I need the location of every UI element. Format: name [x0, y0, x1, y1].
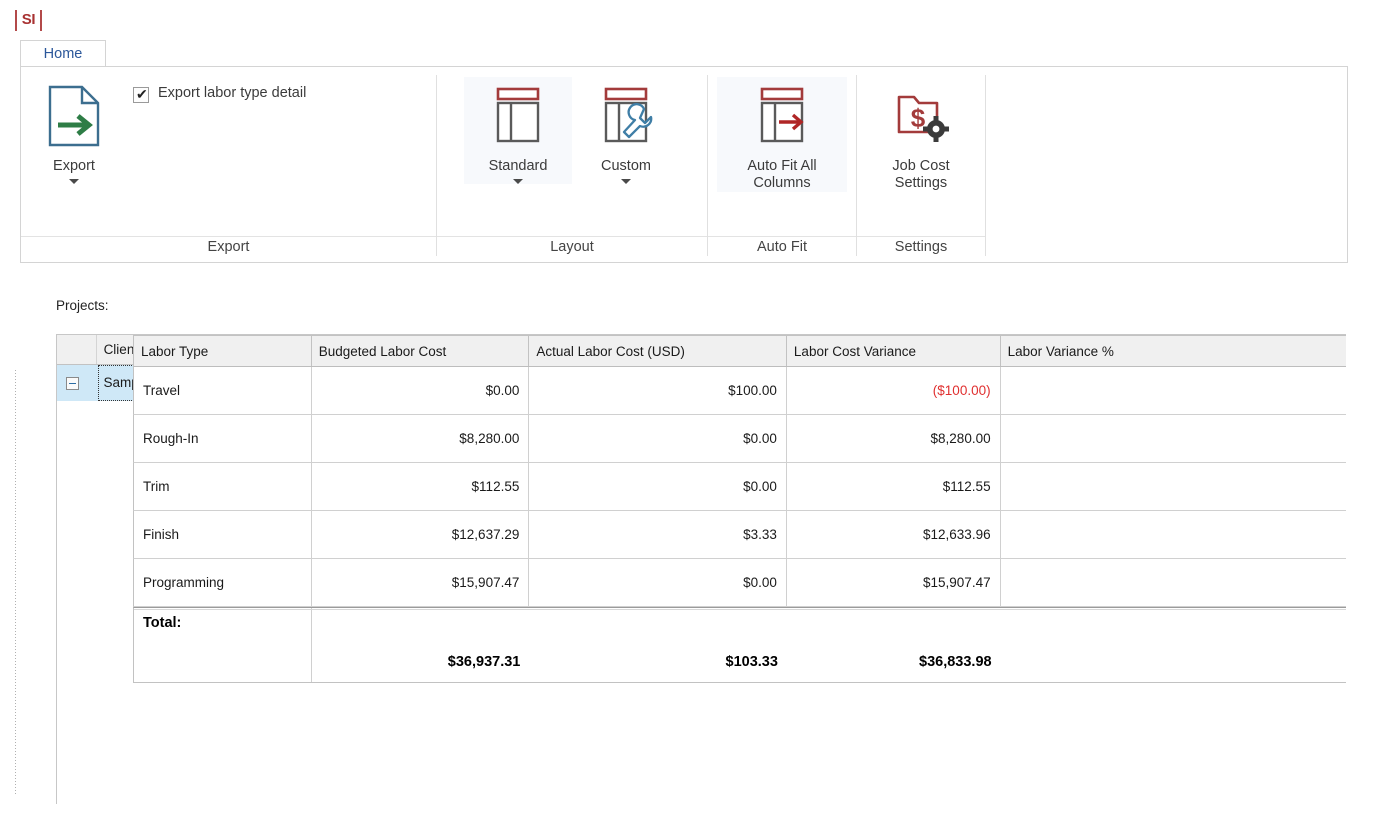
- cell-labor-cost-variance: $8,280.00: [787, 415, 1001, 462]
- auto-fit-columns-icon: [753, 85, 811, 152]
- ribbon-group-auto-fit-label: Auto Fit: [708, 236, 856, 262]
- total-label: Total:: [134, 608, 312, 682]
- cell-budgeted-labor-cost: $15,907.47: [312, 559, 530, 606]
- total-label-text: Total:: [143, 615, 182, 631]
- auto-fit-all-columns-button[interactable]: Auto Fit All Columns: [717, 77, 847, 192]
- ribbon-group-auto-fit-content: Auto Fit All Columns: [708, 67, 856, 236]
- cell-actual-labor-cost: $0.00: [529, 463, 787, 510]
- job-cost-settings-icon: $: [892, 85, 950, 152]
- ribbon-group-layout: Standard Custom Layout: [437, 67, 707, 262]
- auto-fit-all-columns-label: Auto Fit All Columns: [747, 158, 816, 192]
- cell-actual-labor-cost: $0.00: [529, 559, 787, 606]
- cell-actual-labor-cost: $3.33: [529, 511, 787, 558]
- tree-indent-cell: [57, 365, 96, 401]
- detail-column-header-labor-type[interactable]: Labor Type: [134, 336, 312, 366]
- cell-labor-variance-pct: [1001, 367, 1346, 414]
- cell-budgeted-labor-cost: $112.55: [312, 463, 530, 510]
- cell-budgeted-labor-cost: $0.00: [312, 367, 530, 414]
- table-row[interactable]: Trim $112.55 $0.00 $112.55: [133, 463, 1346, 511]
- cell-budgeted-labor-cost: $8,280.00: [312, 415, 530, 462]
- ribbon-group-layout-label: Layout: [437, 236, 707, 262]
- table-row[interactable]: Rough-In $8,280.00 $0.00 $8,280.00: [133, 415, 1346, 463]
- chevron-down-icon[interactable]: [513, 179, 523, 184]
- standard-layout-button[interactable]: Standard: [464, 77, 572, 184]
- detail-column-header-labor-variance-pct[interactable]: Labor Variance %: [1001, 336, 1346, 366]
- table-row[interactable]: Finish $12,637.29 $3.33 $12,633.96: [133, 511, 1346, 559]
- cell-actual-labor-cost: $100.00: [529, 367, 787, 414]
- cell-actual-labor-cost: $0.00: [529, 415, 787, 462]
- custom-layout-button[interactable]: Custom: [572, 77, 680, 184]
- right-page-margin: [1348, 0, 1380, 814]
- title-strip: SI: [0, 0, 1380, 40]
- ribbon-group-settings: $ Job Cost Settings Settings: [857, 67, 985, 262]
- ribbon-group-export-label: Export: [21, 236, 436, 262]
- job-cost-settings-button[interactable]: $ Job Cost Settings: [865, 77, 977, 192]
- labor-detail-grid[interactable]: Labor Type Budgeted Labor Cost Actual La…: [133, 335, 1346, 683]
- cell-labor-type: Programming: [134, 559, 312, 606]
- export-document-icon: [46, 85, 102, 152]
- tree-guide-line-root: [15, 370, 16, 795]
- export-labor-type-detail-checkbox[interactable]: ✔ Export labor type detail: [133, 85, 306, 103]
- export-button-label: Export: [53, 158, 95, 174]
- labor-detail-header: Labor Type Budgeted Labor Cost Actual La…: [133, 335, 1346, 367]
- cell-labor-type: Trim: [134, 463, 312, 510]
- table-row[interactable]: Travel $0.00 $100.00 ($100.00): [133, 367, 1346, 415]
- si-logo: SI: [15, 10, 42, 31]
- detail-column-header-budgeted-labor-cost[interactable]: Budgeted Labor Cost: [312, 336, 530, 366]
- ribbon-group-settings-label: Settings: [857, 236, 985, 262]
- projects-grid[interactable]: Client Name Number Status State Budgeted…: [56, 334, 1346, 804]
- ribbon-group-list: Export ✔ Export labor type detail Export: [21, 67, 986, 262]
- collapse-expander-icon[interactable]: [66, 377, 79, 390]
- job-cost-settings-label: Job Cost Settings: [892, 158, 949, 192]
- export-labor-type-detail-label: Export labor type detail: [158, 85, 307, 101]
- auto-fit-label-line1: Auto Fit All: [747, 158, 817, 174]
- cell-labor-type: Rough-In: [134, 415, 312, 462]
- ribbon-group-export-content: Export ✔ Export labor type detail: [21, 67, 436, 236]
- export-button[interactable]: Export: [31, 77, 117, 184]
- ribbon-tab-row: Home: [20, 40, 1348, 67]
- detail-column-header-labor-cost-variance[interactable]: Labor Cost Variance: [787, 336, 1001, 366]
- total-actual-labor-cost: $103.33: [725, 654, 778, 670]
- checkmark-icon: ✔: [136, 86, 148, 102]
- total-labor-cost-variance: $36,833.98: [919, 654, 992, 670]
- standard-layout-label: Standard: [488, 158, 548, 174]
- cell-labor-cost-variance: ($100.00): [787, 367, 1001, 414]
- cell-labor-variance-pct: [1001, 511, 1346, 558]
- job-cost-label-line2: Settings: [894, 175, 948, 191]
- tree-indent-header: [57, 335, 97, 364]
- cell-labor-type: Travel: [134, 367, 312, 414]
- cell-labor-variance-pct: [1001, 559, 1346, 606]
- job-cost-label-line1: Job Cost: [892, 158, 950, 174]
- checkbox-box[interactable]: ✔: [133, 86, 149, 103]
- ribbon-body: Export ✔ Export labor type detail Export: [20, 66, 1348, 263]
- chevron-down-icon[interactable]: [69, 179, 79, 184]
- tab-home[interactable]: Home: [20, 40, 106, 67]
- cell-labor-cost-variance: $112.55: [787, 463, 1001, 510]
- labor-detail-total-row: Total: $36,937.31 $103.33 $36,833.98: [133, 607, 1346, 683]
- custom-layout-label: Custom: [601, 158, 651, 174]
- total-budgeted-labor-cost: $36,937.31: [447, 654, 521, 670]
- cell-labor-variance-pct: [1001, 463, 1346, 510]
- ribbon-group-auto-fit: Auto Fit All Columns Auto Fit: [708, 67, 856, 262]
- ribbon-group-layout-content: Standard Custom: [437, 67, 707, 236]
- cell-labor-type: Finish: [134, 511, 312, 558]
- auto-fit-label-line2: Columns: [753, 175, 811, 191]
- cell-labor-variance-pct: [1001, 415, 1346, 462]
- cell-labor-cost-variance: $12,633.96: [787, 511, 1001, 558]
- total-labor-variance-pct: [1001, 608, 1346, 682]
- group-divider: [985, 75, 986, 256]
- cell-labor-cost-variance: $15,907.47: [787, 559, 1001, 606]
- cell-budgeted-labor-cost: $12,637.29: [312, 511, 530, 558]
- projects-caption: Projects:: [56, 298, 109, 313]
- table-row[interactable]: Programming $15,907.47 $0.00 $15,907.47: [133, 559, 1346, 607]
- standard-layout-icon: [489, 85, 547, 152]
- ribbon-group-settings-content: $ Job Cost Settings: [857, 67, 985, 236]
- ribbon-group-export: Export ✔ Export labor type detail Export: [21, 67, 436, 262]
- custom-layout-wrench-icon: [597, 85, 655, 152]
- chevron-down-icon[interactable]: [621, 179, 631, 184]
- detail-column-header-actual-labor-cost[interactable]: Actual Labor Cost (USD): [529, 336, 787, 366]
